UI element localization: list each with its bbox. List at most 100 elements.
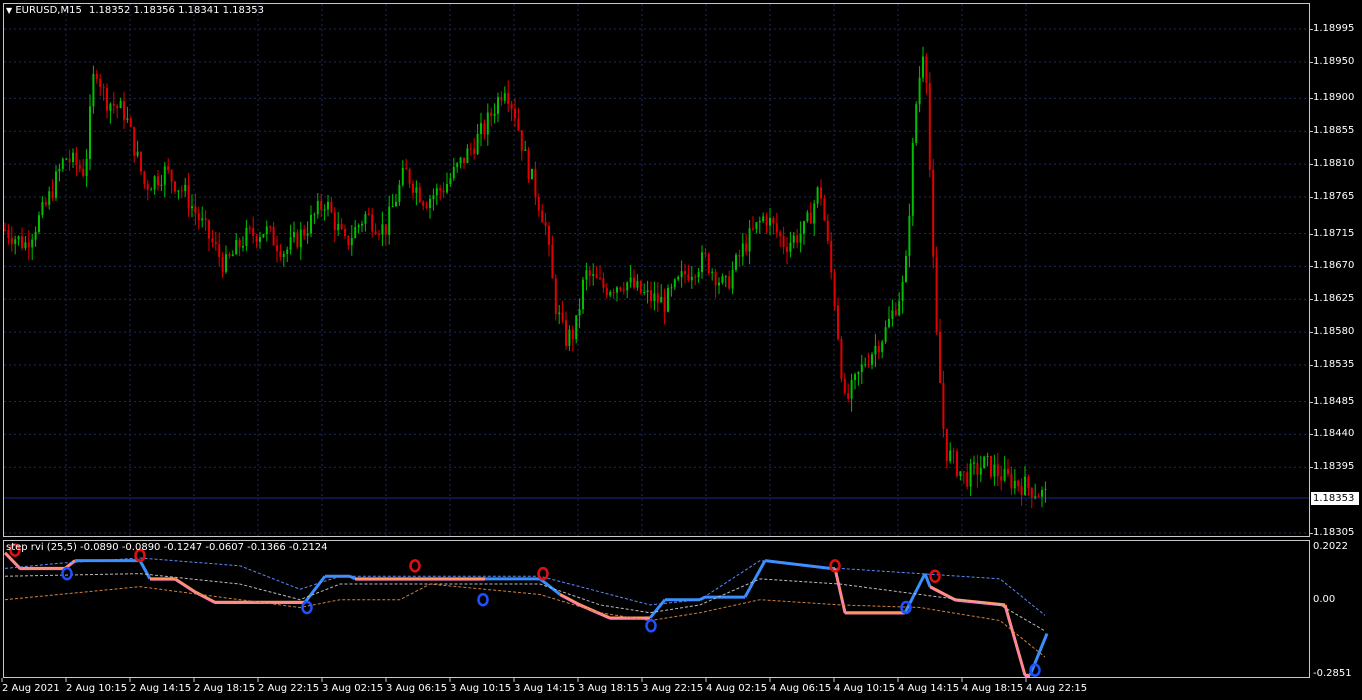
candle-body bbox=[935, 256, 938, 332]
candle-body bbox=[684, 271, 686, 275]
candle-body bbox=[622, 289, 625, 291]
candle-body bbox=[840, 338, 843, 379]
candle-body bbox=[412, 183, 414, 193]
candle-body bbox=[469, 148, 472, 150]
candle-body bbox=[809, 212, 812, 224]
candle-body bbox=[911, 142, 914, 216]
price-tick-mark bbox=[1309, 299, 1313, 301]
candle-body bbox=[483, 123, 486, 135]
candle-body bbox=[986, 455, 989, 457]
candle-body bbox=[388, 206, 391, 235]
candle-body bbox=[197, 213, 200, 221]
candle-body bbox=[888, 318, 890, 328]
candle-body bbox=[503, 93, 506, 101]
candle-body bbox=[976, 462, 979, 475]
candle-body bbox=[405, 168, 408, 170]
candle-body bbox=[235, 239, 238, 255]
price-tick-mark bbox=[1309, 467, 1313, 469]
candle-body bbox=[789, 242, 792, 252]
candle-body bbox=[344, 229, 346, 236]
buy-arrow-icon bbox=[645, 619, 657, 633]
candle-body bbox=[616, 287, 618, 293]
candle-body bbox=[996, 464, 999, 477]
candle-body bbox=[133, 126, 136, 156]
candle-body bbox=[772, 217, 775, 224]
time-tick-label: 4 Aug 06:15 bbox=[770, 683, 832, 694]
candle-body bbox=[497, 97, 499, 114]
candle-body bbox=[905, 255, 907, 282]
candle-body bbox=[966, 472, 969, 487]
candle-body bbox=[320, 201, 323, 210]
candle-body bbox=[507, 93, 510, 105]
rvi-line-segment bbox=[648, 598, 667, 619]
candle-body bbox=[123, 101, 125, 120]
candle-body bbox=[741, 243, 744, 257]
time-tick-label: 3 Aug 18:15 bbox=[578, 683, 640, 694]
price-tick-mark bbox=[1309, 434, 1313, 436]
candle-body bbox=[286, 249, 289, 254]
candle-body bbox=[187, 184, 190, 209]
price-tick-label: 1.18765 bbox=[1313, 191, 1355, 202]
candle-body bbox=[932, 169, 935, 257]
candle-body bbox=[153, 176, 156, 190]
candle-body bbox=[857, 371, 860, 375]
sell-arrow-icon bbox=[929, 569, 941, 583]
candle-body bbox=[714, 271, 717, 286]
candle-body bbox=[204, 218, 207, 221]
indicator-tick-label: -0.2851 bbox=[1313, 668, 1352, 679]
candle-body bbox=[629, 277, 632, 283]
current-price-label: 1.18353 bbox=[1311, 492, 1359, 505]
buy-arrow-icon bbox=[61, 566, 73, 581]
candle-body bbox=[112, 103, 115, 106]
rvi-line-segment bbox=[539, 577, 561, 596]
candle-body bbox=[354, 227, 357, 238]
candle-body bbox=[792, 235, 795, 243]
candle-body bbox=[180, 190, 183, 192]
candle-body bbox=[588, 270, 591, 276]
candle-body bbox=[514, 108, 516, 119]
candle-body bbox=[959, 471, 962, 476]
candle-body bbox=[429, 198, 431, 208]
candle-body bbox=[806, 212, 809, 222]
candle-body bbox=[99, 78, 102, 88]
dropdown-triangle-icon[interactable]: ▼ bbox=[6, 6, 12, 15]
candle-body bbox=[262, 234, 265, 238]
candle-body bbox=[44, 202, 47, 205]
candle-body bbox=[238, 239, 241, 248]
candle-body bbox=[769, 217, 771, 226]
candle-body bbox=[752, 228, 754, 230]
candle-body bbox=[466, 148, 469, 164]
candle-body bbox=[143, 171, 146, 185]
candle-body bbox=[874, 345, 877, 355]
candle-body bbox=[452, 167, 455, 179]
candle-body bbox=[184, 184, 187, 192]
candle-body bbox=[755, 222, 758, 229]
candle-body bbox=[214, 242, 217, 245]
time-tick-label: 3 Aug 22:15 bbox=[642, 683, 704, 694]
candle-body bbox=[272, 226, 275, 246]
price-tick-label: 1.18395 bbox=[1313, 461, 1355, 473]
candle-body bbox=[969, 463, 972, 487]
candle-body bbox=[211, 238, 214, 243]
candle-body bbox=[738, 254, 741, 257]
time-tick-label: 2 Aug 22:15 bbox=[258, 683, 320, 694]
candle-body bbox=[231, 254, 234, 257]
candle-body bbox=[673, 279, 676, 288]
middle-level-line bbox=[4, 573, 1046, 632]
price-tick-mark bbox=[1309, 401, 1313, 403]
candle-body bbox=[435, 188, 438, 196]
candle-body bbox=[4, 229, 6, 231]
candle-body bbox=[327, 201, 329, 210]
candle-body bbox=[979, 468, 982, 475]
rvi-line-segment bbox=[174, 579, 196, 594]
rvi-line-segment bbox=[834, 569, 846, 614]
candle-body bbox=[962, 471, 965, 473]
price-tick-mark bbox=[1309, 233, 1313, 235]
candle-body bbox=[371, 214, 374, 232]
price-tick-mark bbox=[1309, 61, 1313, 63]
candle-body bbox=[415, 187, 418, 193]
candle-body bbox=[350, 237, 353, 246]
candle-body bbox=[731, 269, 734, 289]
candle-body bbox=[541, 210, 544, 223]
candle-body bbox=[27, 242, 30, 248]
